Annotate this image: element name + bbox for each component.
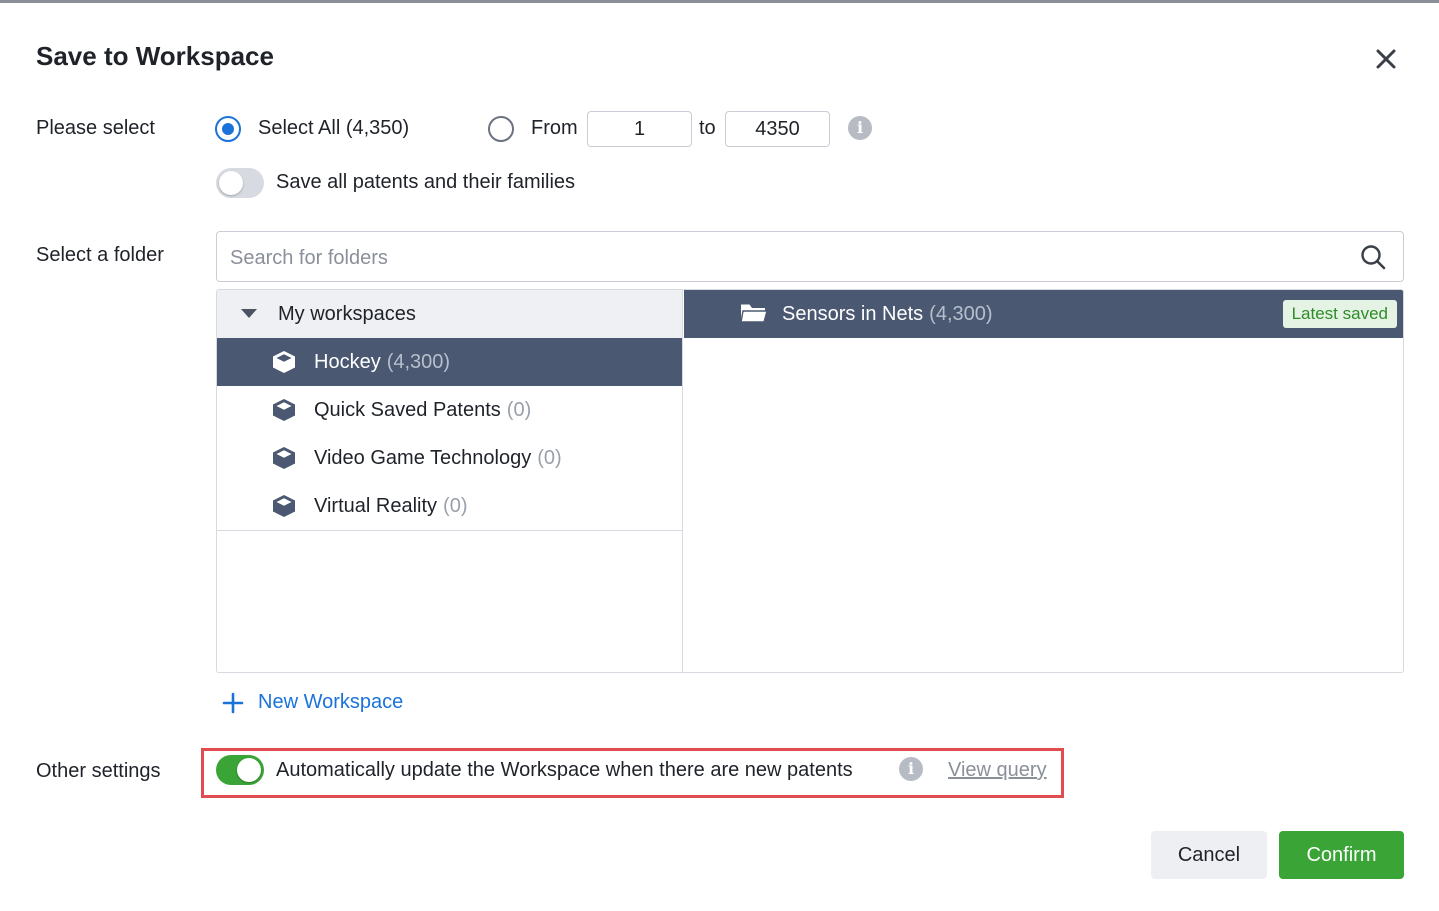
select-folder-label: Select a folder [36, 244, 164, 267]
caret-down-icon[interactable] [241, 309, 257, 318]
cancel-button[interactable]: Cancel [1151, 831, 1267, 879]
workspace-count: (0) [507, 399, 531, 421]
subfolder-label: Sensors in Nets(4,300) [782, 303, 993, 326]
view-query-link[interactable]: View query [948, 759, 1047, 782]
range-radio[interactable] [488, 116, 514, 142]
search-icon[interactable] [1359, 243, 1387, 271]
workspace-item-hockey[interactable]: Hockey(4,300) [217, 338, 682, 386]
new-workspace-label: New Workspace [258, 691, 403, 714]
workspace-count: (4,300) [387, 351, 450, 373]
families-toggle[interactable] [216, 168, 264, 198]
list-divider [217, 530, 682, 531]
dialog-title: Save to Workspace [36, 41, 274, 72]
my-workspaces-label: My workspaces [278, 303, 416, 326]
workspace-item-quick-saved-patents[interactable]: Quick Saved Patents(0) [217, 386, 682, 434]
workspace-label: Hockey(4,300) [314, 351, 450, 374]
to-label: to [699, 117, 716, 140]
families-toggle-label: Save all patents and their families [276, 171, 575, 194]
latest-saved-badge: Latest saved [1283, 300, 1397, 328]
my-workspaces-node[interactable]: My workspaces [217, 290, 682, 338]
toggle-knob [219, 171, 243, 195]
subfolder-count: (4,300) [929, 303, 992, 325]
auto-update-toggle[interactable] [216, 755, 264, 785]
plus-icon [222, 692, 244, 714]
workspace-label: Video Game Technology(0) [314, 447, 562, 470]
workspace-cube-icon [271, 397, 297, 423]
workspace-label: Virtual Reality(0) [314, 495, 467, 518]
confirm-button[interactable]: Confirm [1279, 831, 1404, 879]
folder-search-box [216, 231, 1404, 282]
from-label: From [531, 117, 578, 140]
auto-update-info-icon[interactable]: i [899, 757, 923, 781]
other-settings-label: Other settings [36, 760, 161, 783]
toggle-knob [237, 758, 261, 782]
please-select-label: Please select [36, 117, 155, 140]
folder-open-icon [740, 301, 768, 325]
folder-tree-panel: My workspaces Hockey(4,300) Quick Saved … [216, 289, 1404, 673]
select-all-label: Select All (4,350) [258, 117, 409, 140]
workspace-item-virtual-reality[interactable]: Virtual Reality(0) [217, 482, 682, 530]
workspace-count: (0) [443, 495, 467, 517]
to-input[interactable] [725, 111, 830, 147]
workspace-cube-icon [271, 349, 297, 375]
auto-update-label: Automatically update the Workspace when … [276, 759, 853, 782]
subfolder-item-sensors-in-nets[interactable]: Sensors in Nets(4,300) Latest saved [684, 290, 1403, 338]
save-to-workspace-dialog: Save to Workspace Please select Select A… [0, 3, 1439, 911]
folder-search-input[interactable] [230, 244, 1350, 272]
workspace-list: My workspaces Hockey(4,300) Quick Saved … [217, 290, 683, 673]
workspace-cube-icon [271, 445, 297, 471]
workspace-count: (0) [537, 447, 561, 469]
range-info-icon[interactable]: i [848, 116, 872, 140]
from-input[interactable] [587, 111, 692, 147]
workspace-label: Quick Saved Patents(0) [314, 399, 531, 422]
workspace-cube-icon [271, 493, 297, 519]
select-all-radio[interactable] [215, 116, 241, 142]
close-icon[interactable] [1370, 43, 1402, 75]
workspace-item-video-game-technology[interactable]: Video Game Technology(0) [217, 434, 682, 482]
